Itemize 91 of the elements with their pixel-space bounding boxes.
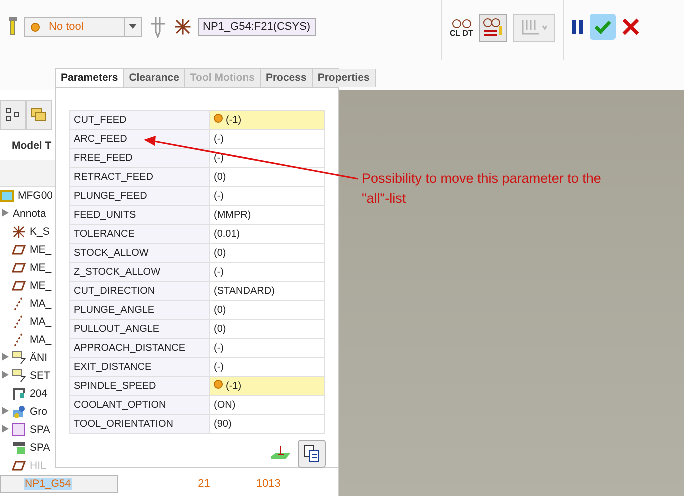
setup-icon (12, 369, 26, 383)
workpiece-icon (12, 441, 26, 455)
parameter-name: EXIT_DISTANCE (70, 358, 210, 376)
tree-item[interactable]: SET (29, 370, 52, 382)
tree-item[interactable]: MFG00 (17, 190, 54, 202)
tree-item[interactable]: MA_ (29, 316, 53, 328)
tree-item[interactable]: SPA (29, 424, 52, 436)
tree-tab[interactable] (0, 100, 26, 130)
parameter-value[interactable]: (ON) (210, 396, 324, 414)
setup-icon (12, 351, 26, 365)
parameter-name: ARC_FEED (70, 130, 210, 148)
tree-item[interactable]: MA_ (29, 298, 53, 310)
plane-icon (12, 261, 26, 275)
dialog-tab[interactable]: Properties (312, 69, 376, 87)
parameter-value[interactable]: (0) (210, 300, 324, 320)
parameter-value[interactable]: (STANDARD) (210, 282, 324, 300)
tree-item[interactable]: SPA (29, 442, 52, 454)
plane-icon (12, 459, 26, 473)
glasses-icon (452, 18, 472, 28)
expand-arrow-icon[interactable] (2, 371, 9, 379)
pause-icon[interactable] (572, 20, 584, 34)
confirm-button[interactable] (590, 14, 616, 40)
parameter-value[interactable]: (90) (210, 414, 324, 434)
assembly-icon (0, 189, 14, 203)
copy-button[interactable] (298, 440, 326, 468)
copy-icon (304, 445, 320, 463)
tree-cell: 1013 (256, 478, 281, 490)
parameter-name: FEED_UNITS (70, 206, 210, 224)
tree-item[interactable]: 204 (29, 388, 49, 400)
tree-item[interactable]: MA_ (29, 334, 53, 346)
tree-icon (6, 108, 20, 122)
tree-item[interactable]: ÄNI (29, 352, 49, 364)
group-icon (12, 405, 26, 419)
dialog-tab[interactable]: Clearance (124, 69, 186, 87)
parameter-value[interactable]: (-) (210, 262, 324, 282)
caret-icon (129, 24, 137, 30)
tree-item[interactable]: ME_ (29, 244, 53, 256)
parameter-name: CUT_FEED (70, 110, 210, 130)
csys-field[interactable]: NP1_G54:F21(CSYS) (198, 18, 316, 36)
parameter-value[interactable]: (-) (210, 358, 324, 376)
parameter-name: FREE_FEED (70, 148, 210, 168)
machine-icon (12, 387, 26, 401)
parameter-value[interactable]: (MMPR) (210, 206, 324, 224)
screw-icon (8, 17, 18, 37)
glasses-pencil-icon (483, 18, 504, 38)
parameter-name: TOLERANCE (70, 224, 210, 244)
parameter-name: TOOL_ORIENTATION (70, 414, 210, 434)
tool-holder-icon[interactable] (148, 16, 168, 38)
parameter-value[interactable]: (0) (210, 168, 324, 186)
dialog-tab[interactable]: Parameters (56, 69, 124, 87)
checkmark-icon (594, 19, 612, 35)
expand-arrow-icon[interactable] (2, 353, 9, 361)
annotation-text: Possibility to move this parameter to the "all"-list (362, 170, 602, 208)
coordinate-system-icon (12, 225, 26, 239)
dialog-tab[interactable]: Process (260, 69, 313, 87)
cldt-button[interactable]: CL DT (450, 18, 474, 38)
tree-item[interactable]: Annota (12, 208, 48, 220)
parameter-name: PLUNGE_ANGLE (70, 300, 210, 320)
plane-icon (12, 279, 26, 293)
parameter-value[interactable]: (-1) (210, 110, 324, 130)
parameter-name: RETRACT_FEED (70, 168, 210, 186)
parameter-name: APPROACH_DISTANCE (70, 338, 210, 358)
expand-arrow-icon[interactable] (2, 425, 9, 433)
parameter-name: STOCK_ALLOW (70, 244, 210, 262)
parameter-name: SPINDLE_SPEED (70, 376, 210, 396)
parameter-name: CUT_DIRECTION (70, 282, 210, 300)
glasses-edit-button[interactable] (479, 14, 508, 42)
parameter-value[interactable]: (-) (210, 130, 324, 148)
parameter-name: PULLOUT_ANGLE (70, 320, 210, 338)
parameter-value[interactable]: (0.01) (210, 224, 324, 244)
parameter-name: COOLANT_OPTION (70, 396, 210, 414)
tree-cell: 21 (198, 478, 210, 490)
expand-arrow-icon[interactable] (2, 209, 9, 217)
coordinate-system-icon[interactable] (174, 18, 192, 36)
tree-item[interactable]: Gro (29, 406, 49, 418)
folders-icon (31, 108, 47, 122)
parameter-name: PLUNGE_FEED (70, 186, 210, 206)
close-icon[interactable] (622, 18, 640, 36)
model-tree-label: Model T (12, 140, 52, 152)
parameter-name: Z_STOCK_ALLOW (70, 262, 210, 282)
parameter-value[interactable]: (-) (210, 338, 324, 358)
tree-item[interactable]: ME_ (29, 280, 53, 292)
parameter-value[interactable]: (0) (210, 244, 324, 262)
plane-icon (12, 243, 26, 257)
tree-item[interactable]: ME_ (29, 262, 53, 274)
parameter-value[interactable]: (-1) (210, 376, 324, 396)
expand-arrow-icon[interactable] (2, 407, 9, 415)
parameter-value[interactable]: (-) (210, 186, 324, 206)
tree-item[interactable]: K_S (29, 226, 51, 238)
parameter-value[interactable]: (0) (210, 320, 324, 338)
fixture-icon (12, 423, 26, 437)
